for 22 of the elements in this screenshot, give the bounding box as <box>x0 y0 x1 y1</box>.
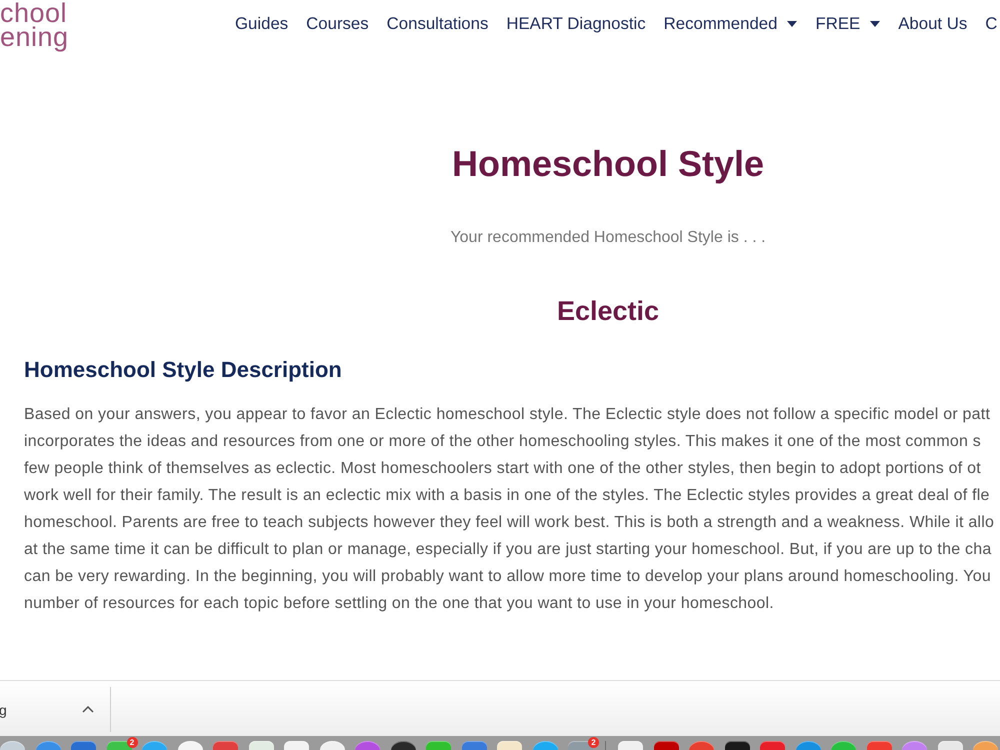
notification-count: 2 <box>126 737 138 748</box>
nav-link[interactable]: Courses <box>306 12 369 36</box>
app-icon[interactable] <box>390 741 416 750</box>
download-options-button[interactable] <box>82 706 94 713</box>
section-heading: Homeschool Style Description <box>24 356 342 384</box>
result-intro: Your recommended Homeschool Style is . . . <box>450 228 766 248</box>
caret-down-icon <box>787 21 798 27</box>
nav-link[interactable]: C <box>985 12 998 36</box>
description-paragraph: Based on your answers, you appear to favor an Eclectic homeschool style. The Eclectic style does not follow a specific model or patt incorporates the ideas and resources from one or more of the other homeschooling styles. This makes it one of the most common s few people think of themselves as eclectic. Most homeschoolers start with one of the other styles, then begin to adopt portions of ot work well for their family. The result is an eclectic mix with a basis in one of the styles. The Eclectic styles provides a great deal of fle homeschool. Parents are free to teach subjects however they feel will work best. This is both a strength and a weakness. While it allo at the same time it can be difficult to plan or manage, especially if you are just starting your homeschool. But, if you are up to the cha can be very rewarding. In the beginning, you will probably want to allow more time to develop your plans around homeschooling. You number of resources for each topic before settling on the one that you want to use in your homeschool. <box>24 405 994 614</box>
page-title: Homeschool Style <box>452 142 764 186</box>
notification-count: 2 <box>588 737 599 748</box>
chevron-up-icon <box>82 706 94 713</box>
nav-link[interactable]: Consultations <box>386 12 488 36</box>
nav-link[interactable]: About Us <box>898 12 968 36</box>
logo-text[interactable]: chool <box>0 1 68 25</box>
caret-down-icon <box>870 21 880 27</box>
app-icon[interactable] <box>724 741 750 750</box>
result-style-name: Eclectic <box>556 295 660 328</box>
nav-link[interactable]: Guides <box>235 12 288 36</box>
nav-link[interactable]: Recommended <box>664 12 798 36</box>
nav-link[interactable]: FREE <box>815 12 880 36</box>
nav-link[interactable]: HEART Diagnostic <box>506 12 646 36</box>
